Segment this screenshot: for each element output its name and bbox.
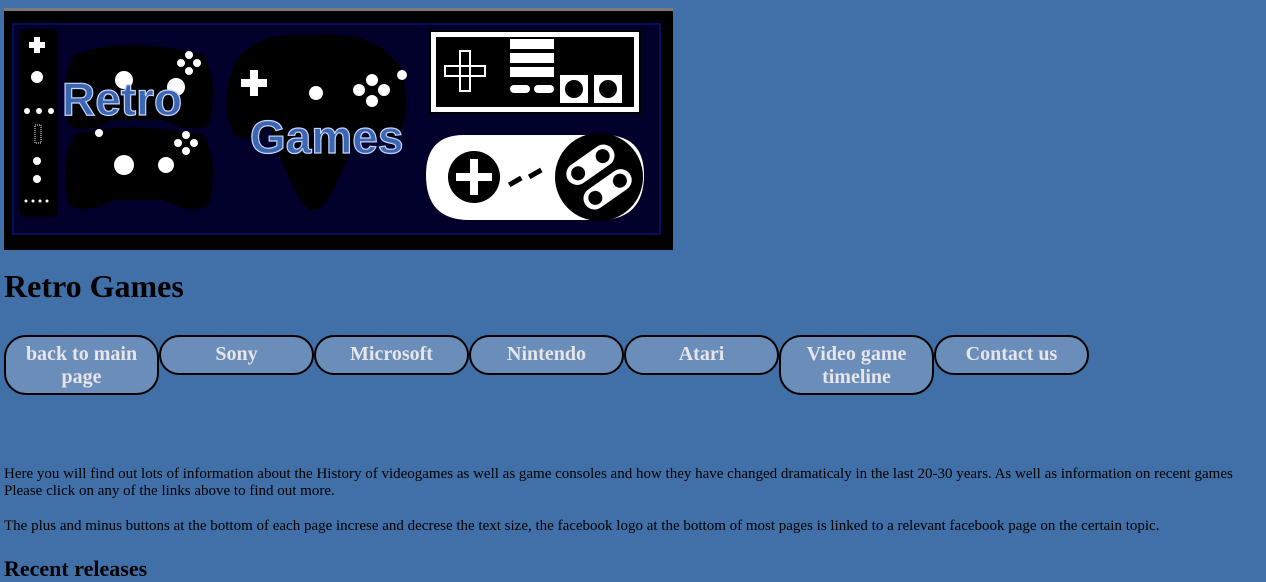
recent-releases-heading: Recent releases: [4, 556, 148, 581]
main-nav: back to main page Sony Microsoft Nintend…: [4, 335, 1089, 395]
snes-controller-icon: [426, 133, 644, 221]
wii-remote-icon: [20, 29, 58, 217]
nav-sony-button[interactable]: Sony: [159, 335, 314, 375]
header-banner-image: Retro Games: [4, 8, 673, 250]
instructions-paragraph: The plus and minus buttons at the bottom…: [4, 518, 1160, 534]
nav-nintendo-button[interactable]: Nintendo: [469, 335, 624, 375]
nav-atari-button[interactable]: Atari: [624, 335, 779, 375]
logo-line1: Retro: [62, 73, 182, 125]
nav-video-game-timeline-button[interactable]: Video game timeline: [779, 335, 934, 395]
nav-microsoft-button[interactable]: Microsoft: [314, 335, 469, 375]
intro-paragraph: Here you will find out lots of informati…: [4, 466, 1233, 499]
controllers-artwork: Retro Games: [20, 29, 644, 221]
nav-contact-us-button[interactable]: Contact us: [934, 335, 1089, 375]
xbox-controller-icon: [65, 45, 213, 209]
nav-back-to-main-page-button[interactable]: back to main page: [4, 335, 159, 395]
nes-controller-icon: [429, 30, 641, 114]
page-title: Retro Games: [4, 268, 184, 304]
banner-artwork: Retro Games: [12, 23, 661, 235]
logo-line2: Games: [250, 111, 403, 163]
